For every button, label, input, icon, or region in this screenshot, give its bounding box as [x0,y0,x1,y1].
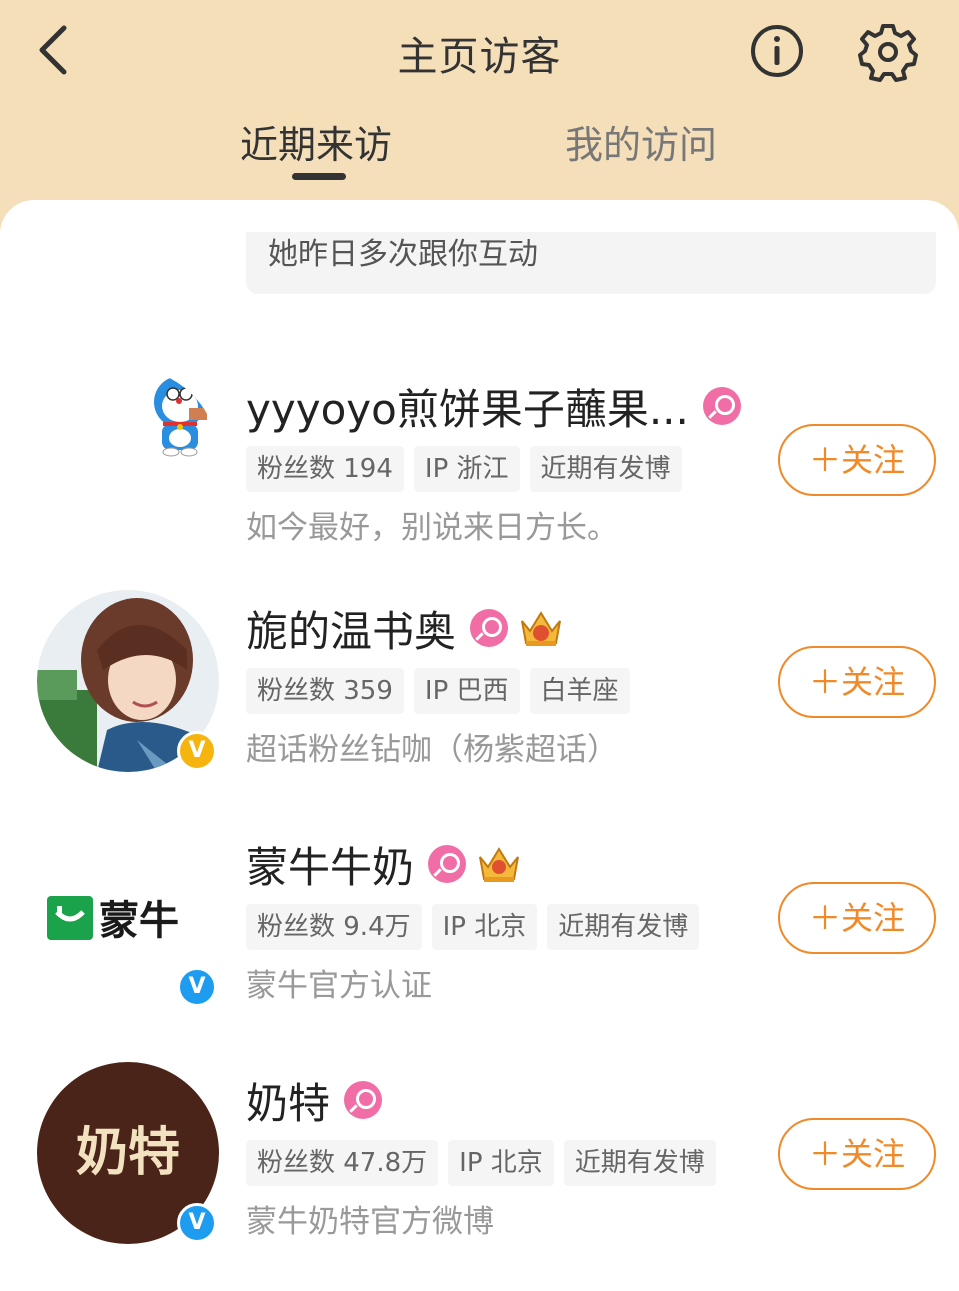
interaction-note: 她昨日多次跟你互动 [246,232,936,294]
crown-badge-icon [521,611,561,646]
female-gender-icon [702,387,741,425]
verified-blue-badge-icon: V [177,967,217,1007]
naite-logo-text: 奶特 [76,1122,180,1183]
follow-button[interactable]: ＋关注 [778,1118,936,1190]
visitor-row[interactable]: V 旎的温书奥 粉丝数 359 IP 巴西 白羊座 超话粉丝钻咖（杨紫超话） ＋… [0,590,959,790]
ip-location-tag: IP 浙江 [413,446,520,492]
zodiac-tag: 白羊座 [529,668,630,714]
active-tab-indicator [292,173,346,180]
visitor-row[interactable]: 奶特 V 奶特 粉丝数 47.8万 IP 北京 近期有发博 蒙牛奶特官方微博 ＋… [0,1062,959,1262]
recent-post-tag: 近期有发博 [529,446,682,492]
female-gender-icon [428,845,467,883]
ip-location-tag: IP 北京 [448,1140,554,1186]
visitor-name[interactable]: 蒙牛牛奶 [246,834,414,895]
visitor-description: 超话粉丝钻咖（杨紫超话） [246,732,618,768]
visitor-description: 蒙牛奶特官方微博 [246,1204,494,1240]
header: 主页访客 近期来访 我的访问 [0,0,959,210]
visitor-list-card: 她昨日多次跟你互动 yyyoyo煎饼果子蘸果... 粉丝数 194 IP 浙江 … [0,200,959,1291]
recent-post-tag: 近期有发博 [563,1140,716,1186]
visitor-row[interactable]: 蒙牛 V 蒙牛牛奶 粉丝数 9.4万 IP 北京 近期有发博 蒙牛官方认证 ＋关… [0,826,959,1026]
visitor-name[interactable]: 旎的温书奥 [246,598,456,659]
doraemon-avatar[interactable] [37,368,219,550]
visitor-description: 如今最好，别说来日方长。 [246,510,618,546]
female-gender-icon [344,1081,383,1119]
follow-button[interactable]: ＋关注 [778,424,936,496]
fans-count-tag: 粉丝数 47.8万 [246,1140,439,1186]
female-gender-icon [470,609,509,647]
recent-post-tag: 近期有发博 [547,904,700,950]
visitor-name[interactable]: yyyoyo煎饼果子蘸果... [246,376,689,437]
follow-button[interactable]: ＋关注 [778,882,936,954]
fans-count-tag: 粉丝数 359 [246,668,404,714]
visitor-row[interactable]: yyyoyo煎饼果子蘸果... 粉丝数 194 IP 浙江 近期有发博 如今最好… [0,368,959,568]
tab-my-visits[interactable]: 我的访问 [565,114,717,169]
page-title: 主页访客 [397,34,562,80]
crown-badge-icon [479,847,519,882]
ip-location-tag: IP 巴西 [413,668,520,714]
ip-location-tag: IP 北京 [431,904,538,950]
follow-button[interactable]: ＋关注 [778,646,936,718]
tab-recent-visits[interactable]: 近期来访 [240,114,392,169]
fans-count-tag: 粉丝数 9.4万 [246,904,422,950]
visitor-description: 蒙牛官方认证 [246,968,432,1004]
fans-count-tag: 粉丝数 194 [246,446,404,492]
doraemon-icon [154,376,207,457]
verified-blue-badge-icon: V [177,1203,217,1243]
settings-gear-icon[interactable] [858,22,918,82]
info-icon[interactable] [748,22,806,80]
verified-gold-badge-icon: V [177,731,217,771]
mengniu-logo-text: 蒙牛 [99,898,179,944]
visitor-name[interactable]: 奶特 [246,1070,330,1131]
